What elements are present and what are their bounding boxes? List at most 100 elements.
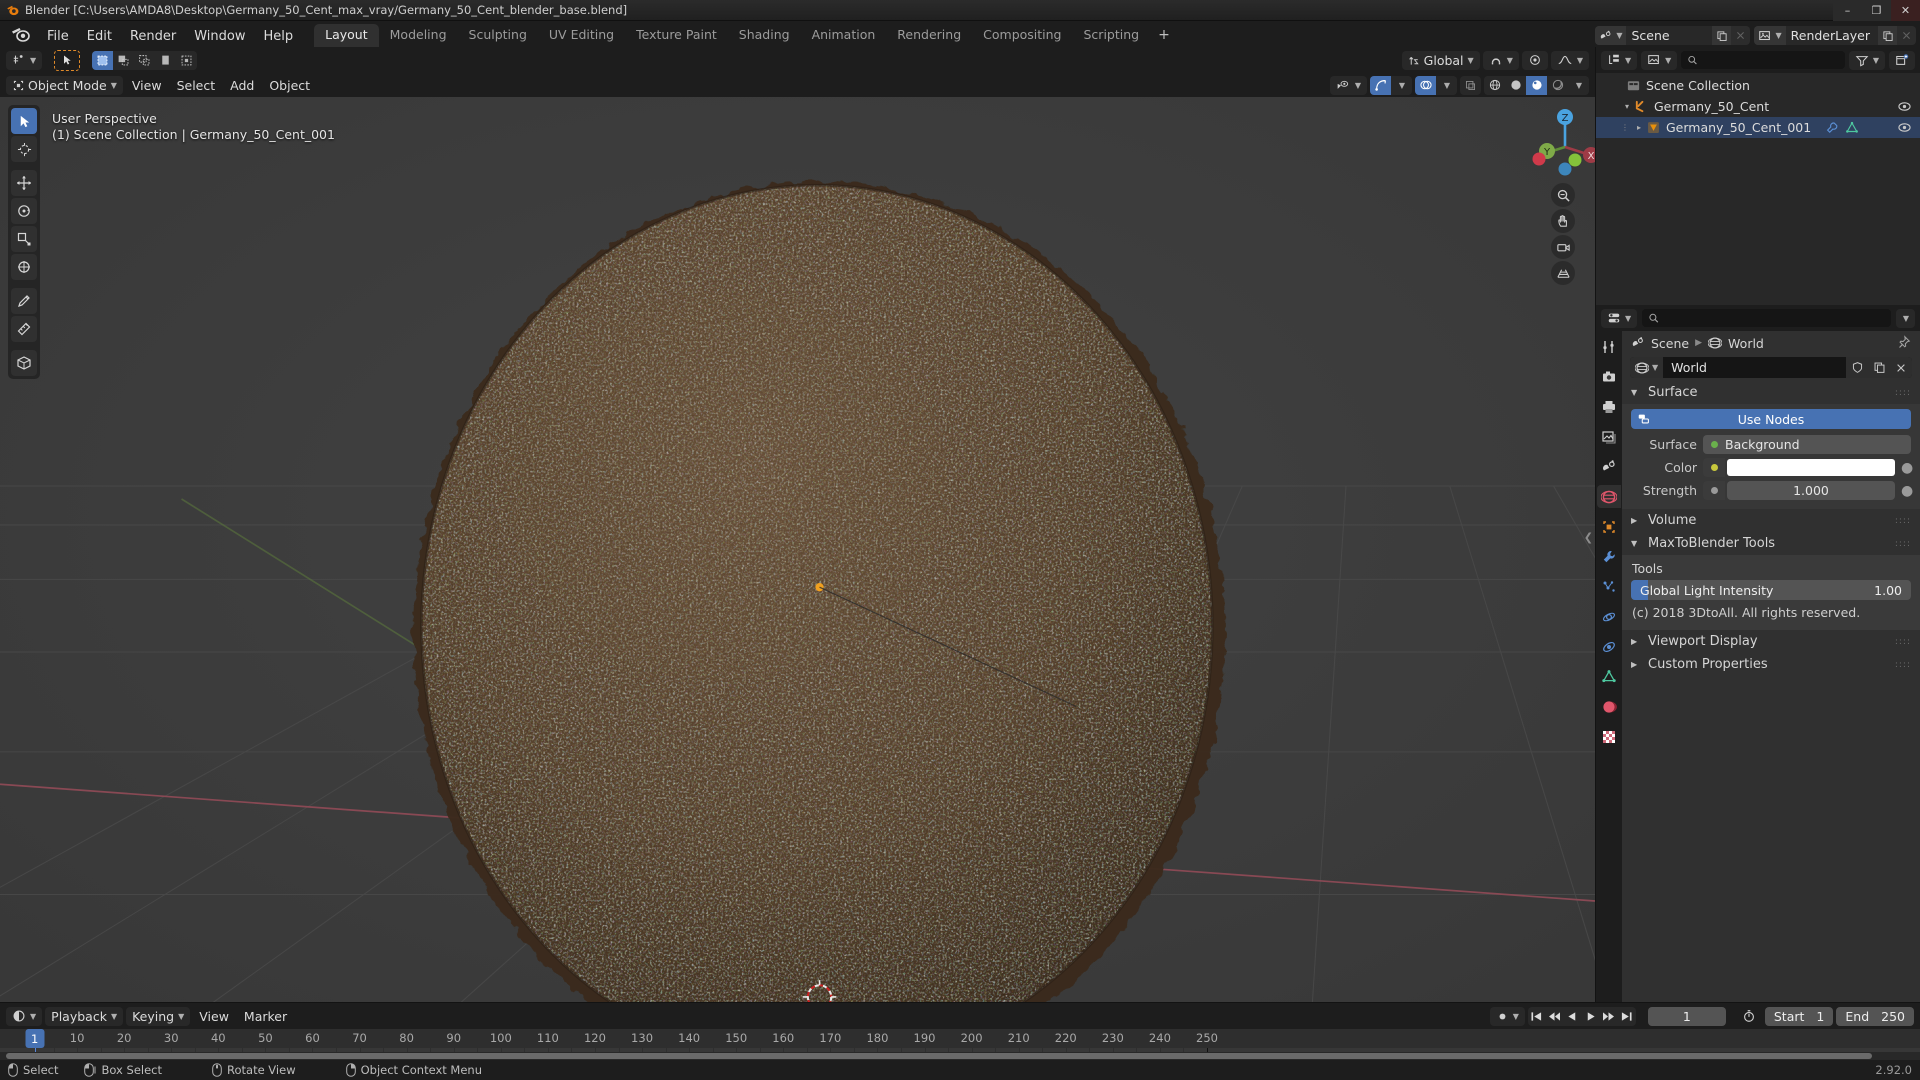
world-name-field[interactable]: World (1663, 360, 1846, 375)
zoom-view-button[interactable] (1551, 183, 1575, 207)
expand-toggle[interactable]: ▾ (1620, 102, 1634, 111)
tool-rotate[interactable] (11, 198, 37, 224)
tab-world[interactable] (1597, 485, 1621, 508)
breadcrumb-world[interactable]: World (1728, 336, 1764, 351)
timeline-menu-playback[interactable]: Playback ▼ (45, 1006, 124, 1026)
workspace-tab-compositing[interactable]: Compositing (972, 24, 1072, 47)
tool-tweak-select[interactable] (11, 108, 37, 134)
tab-scene[interactable] (1597, 455, 1621, 478)
select-intersect-button[interactable] (176, 50, 198, 70)
workspace-tab-uv-editing[interactable]: UV Editing (538, 24, 625, 47)
use-nodes-button[interactable]: Use Nodes (1631, 409, 1911, 429)
visibility-dropdown[interactable]: ▼ (1329, 75, 1367, 95)
play-button[interactable] (1582, 1007, 1600, 1026)
viewport-menu-object[interactable]: Object (263, 76, 316, 95)
menu-render[interactable]: Render (121, 26, 185, 47)
new-world-button[interactable] (1868, 357, 1890, 378)
proportional-falloff-dropdown[interactable]: ▼ (1550, 50, 1589, 70)
tab-physics[interactable] (1597, 605, 1621, 628)
unlink-world-button[interactable] (1890, 357, 1912, 378)
shading-wireframe-button[interactable] (1484, 75, 1505, 95)
tab-modifiers[interactable] (1597, 545, 1621, 568)
scene-duplicate-button[interactable] (1712, 26, 1732, 45)
animate-property-color[interactable]: ● (1901, 461, 1913, 475)
blender-app-icon[interactable] (10, 25, 32, 43)
auto-keying-toggle[interactable]: ▼ (1489, 1006, 1525, 1026)
play-reverse-button[interactable] (1564, 1007, 1582, 1026)
frame-range-end-field[interactable]: End 250 (1836, 1006, 1914, 1026)
breadcrumb-scene[interactable]: Scene (1651, 336, 1689, 351)
tab-object-data[interactable] (1597, 665, 1621, 688)
outliner-search-input[interactable] (1703, 53, 1839, 67)
tool-scale[interactable] (11, 226, 37, 252)
properties-search-box[interactable] (1642, 309, 1891, 327)
tab-particles[interactable] (1597, 575, 1621, 598)
expand-toggle[interactable]: ▸ (1632, 123, 1646, 132)
select-set-button[interactable] (92, 50, 114, 70)
select-subtract-button[interactable] (134, 50, 156, 70)
next-keyframe-button[interactable] (1600, 1007, 1618, 1026)
pin-id-button[interactable] (1897, 334, 1911, 352)
tab-view-layer[interactable] (1597, 425, 1621, 448)
timeline-menu-marker[interactable]: Marker (238, 1007, 293, 1026)
timeline-playhead[interactable]: 1 (25, 1029, 45, 1048)
mesh-data-icon[interactable] (1845, 121, 1859, 135)
tool-annotate[interactable] (11, 288, 37, 314)
viewport-menu-view[interactable]: View (126, 76, 168, 95)
properties-search-input[interactable] (1664, 311, 1885, 325)
menu-help[interactable]: Help (255, 26, 303, 47)
tool-transform[interactable] (11, 254, 37, 280)
timeline-menu-keying[interactable]: Keying ▼ (126, 1006, 191, 1026)
outliner-row-scene-collection[interactable]: Scene Collection (1596, 75, 1920, 96)
shading-solid-button[interactable] (1505, 75, 1526, 95)
use-preview-range-button[interactable] (1736, 1007, 1762, 1026)
show-gizmo-toggle[interactable] (1370, 75, 1391, 95)
window-maximize-button[interactable]: ❐ (1862, 0, 1891, 21)
toggle-xray-button[interactable] (1460, 75, 1481, 95)
surface-shader-dropdown[interactable]: Background (1703, 435, 1911, 454)
show-overlays-toggle[interactable] (1415, 75, 1436, 95)
timeline-menu-view[interactable]: View (193, 1007, 235, 1026)
proportional-editing-toggle[interactable] (1521, 50, 1548, 70)
outliner-display-mode-dropdown[interactable]: ▼ (1641, 50, 1678, 70)
tool-add-cube[interactable] (11, 350, 37, 376)
viewlayer-remove-button[interactable] (1897, 26, 1916, 45)
panel-header-viewport-display[interactable]: ▶ Viewport Display :::: (1622, 630, 1920, 653)
strength-value-field[interactable]: 1.000 (1727, 481, 1895, 500)
menu-edit[interactable]: Edit (78, 26, 121, 47)
menu-window[interactable]: Window (185, 26, 254, 47)
transform-orientation-dropdown[interactable]: Global ▼ (1401, 50, 1480, 70)
workspace-tab-rendering[interactable]: Rendering (886, 24, 972, 47)
color-socket[interactable] (1703, 458, 1725, 477)
sidebar-expand-arrow[interactable]: ❮ (1584, 531, 1593, 544)
tool-measure[interactable] (11, 316, 37, 342)
outliner-search-box[interactable] (1681, 51, 1845, 69)
viewlayer-selector[interactable]: ▼ RenderLayer (1754, 26, 1916, 45)
jump-to-end-button[interactable] (1618, 1007, 1636, 1026)
select-invert-button[interactable] (155, 50, 177, 70)
previous-keyframe-button[interactable] (1546, 1007, 1564, 1026)
toggle-orthographic-button[interactable] (1551, 261, 1575, 285)
camera-view-button[interactable] (1551, 235, 1575, 259)
current-frame-field[interactable]: 1 (1647, 1006, 1726, 1026)
outliner-filter-button[interactable]: ▼ (1848, 50, 1885, 70)
window-minimize-button[interactable]: – (1833, 0, 1862, 21)
workspace-tab-scripting[interactable]: Scripting (1073, 24, 1151, 47)
gizmo-settings-dropdown[interactable]: ▼ (1391, 75, 1412, 95)
tool-move[interactable] (11, 170, 37, 196)
scene-icon-dropdown[interactable]: ▼ (1595, 26, 1627, 45)
outliner-editor-type-button[interactable]: ▼ (1601, 50, 1638, 70)
world-browse-dropdown[interactable]: ▼ (1630, 357, 1664, 378)
move-view-button[interactable] (1551, 209, 1575, 233)
shading-material-preview-button[interactable] (1526, 75, 1547, 95)
modifier-wrench-icon[interactable] (1825, 121, 1839, 135)
add-workspace-button[interactable]: + (1150, 24, 1178, 47)
shading-rendered-button[interactable] (1547, 75, 1568, 95)
timeline-scrollbar[interactable] (0, 1052, 1920, 1060)
shading-settings-dropdown[interactable]: ▼ (1568, 75, 1589, 95)
workspace-tab-shading[interactable]: Shading (728, 24, 801, 47)
workspace-tab-layout[interactable]: Layout (314, 24, 379, 47)
timeline-editor-type-button[interactable]: ▼ (6, 1006, 43, 1026)
jump-to-start-button[interactable] (1528, 1007, 1546, 1026)
panel-header-volume[interactable]: ▶ Volume :::: (1622, 509, 1920, 532)
